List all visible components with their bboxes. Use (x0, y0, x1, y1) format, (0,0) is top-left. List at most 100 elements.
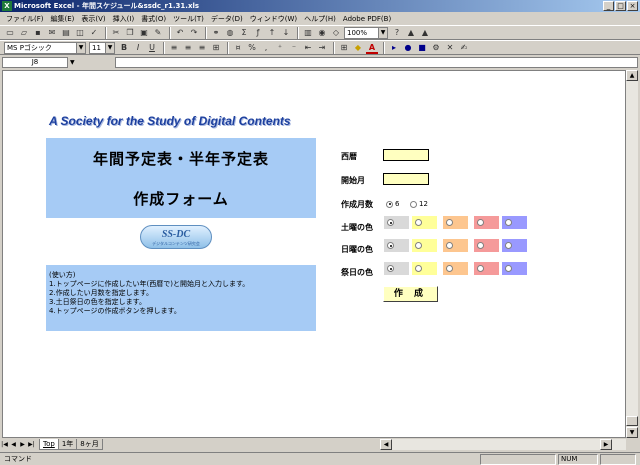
increase-indent-icon[interactable]: ⇥ (316, 42, 328, 54)
increase-decimal-icon[interactable]: ⁺ (274, 42, 286, 54)
menu-tools[interactable]: ツール(T) (173, 14, 204, 24)
menu-window[interactable]: ウィンドウ(W) (250, 14, 297, 24)
first-sheet-icon[interactable]: |◀ (0, 440, 9, 450)
start-month-input[interactable] (383, 173, 429, 185)
paste-icon[interactable]: ▣ (138, 27, 150, 39)
holiday-color-option[interactable] (412, 262, 437, 275)
next-sheet-icon[interactable]: ▶ (18, 440, 27, 450)
stop-macro-icon[interactable]: ■ (416, 42, 428, 54)
holiday-color-option[interactable] (502, 262, 527, 275)
scroll-down-icon[interactable]: ▼ (626, 427, 638, 438)
align-center-icon[interactable]: ≡ (182, 42, 194, 54)
drawing-icon[interactable]: ◇ (330, 27, 342, 39)
pdf-mail-icon[interactable]: ▲ (419, 27, 431, 39)
fill-color-icon[interactable]: ◆ (352, 42, 364, 54)
tab-8-months[interactable]: 8ヶ月 (76, 439, 103, 450)
chevron-down-icon[interactable]: ▼ (76, 42, 85, 53)
radio-selected-icon[interactable] (387, 265, 394, 272)
sunday-color-option[interactable] (474, 239, 499, 252)
help-icon[interactable]: ? (391, 27, 403, 39)
menu-adobe-pdf[interactable]: Adobe PDF(B) (343, 15, 391, 23)
sunday-color-option[interactable] (502, 239, 527, 252)
format-painter-icon[interactable]: ✎ (152, 27, 164, 39)
saturday-color-option[interactable] (384, 216, 409, 229)
font-size-select[interactable]: 11 ▼ (89, 41, 115, 54)
formula-input[interactable] (114, 57, 638, 68)
radio-selected-icon[interactable] (387, 242, 394, 249)
cut-icon[interactable]: ✂ (110, 27, 122, 39)
close-button[interactable]: × (627, 1, 638, 11)
minimize-button[interactable]: _ (603, 1, 614, 11)
email-icon[interactable]: ✉ (46, 27, 58, 39)
radio-unselected-icon[interactable] (410, 200, 417, 208)
underline-button[interactable]: U (146, 42, 158, 54)
align-right-icon[interactable]: ≡ (196, 42, 208, 54)
radio-unselected-icon[interactable] (505, 219, 512, 226)
create-button[interactable]: 作 成 (383, 286, 438, 302)
percent-icon[interactable]: % (246, 42, 258, 54)
map-icon[interactable]: ◉ (316, 27, 328, 39)
month-option-12[interactable]: 12 (410, 200, 428, 208)
sunday-color-option[interactable] (384, 239, 409, 252)
sunday-color-option[interactable] (412, 239, 437, 252)
radio-unselected-icon[interactable] (446, 242, 453, 249)
print-preview-icon[interactable]: ◫ (74, 27, 86, 39)
merge-center-icon[interactable]: ⊞ (210, 42, 222, 54)
horizontal-scrollbar[interactable]: ◀ ▶ (380, 439, 626, 450)
radio-unselected-icon[interactable] (477, 242, 484, 249)
holiday-color-option[interactable] (384, 262, 409, 275)
radio-unselected-icon[interactable] (446, 265, 453, 272)
currency-icon[interactable]: ¤ (232, 42, 244, 54)
comma-icon[interactable]: , (260, 42, 272, 54)
chevron-down-icon[interactable]: ▼ (378, 27, 387, 38)
decrease-indent-icon[interactable]: ⇤ (302, 42, 314, 54)
name-box[interactable]: J8 (2, 57, 68, 68)
tab-1-year[interactable]: 1年 (57, 439, 78, 450)
function-icon[interactable]: ƒ (252, 27, 264, 39)
radio-selected-icon[interactable] (386, 200, 393, 208)
bold-button[interactable]: B (118, 42, 130, 54)
saturday-color-option[interactable] (412, 216, 437, 229)
month-option-6[interactable]: 6 (386, 200, 399, 208)
radio-unselected-icon[interactable] (415, 242, 422, 249)
scroll-thumb[interactable] (626, 416, 638, 426)
copy-icon[interactable]: ❐ (124, 27, 136, 39)
scroll-right-icon[interactable]: ▶ (600, 439, 612, 450)
menu-file[interactable]: ファイル(F) (6, 14, 44, 24)
menu-help[interactable]: ヘルプ(H) (304, 14, 336, 24)
chevron-down-icon[interactable]: ▼ (105, 42, 114, 53)
security-icon[interactable]: ⚙ (430, 42, 442, 54)
spelling-icon[interactable]: ✓ (88, 27, 100, 39)
radio-unselected-icon[interactable] (477, 219, 484, 226)
excel-app-icon[interactable]: X (2, 1, 12, 11)
menu-edit[interactable]: 編集(E) (51, 14, 75, 24)
radio-unselected-icon[interactable] (446, 219, 453, 226)
prev-sheet-icon[interactable]: ◀ (9, 440, 18, 450)
align-left-icon[interactable]: ≡ (168, 42, 180, 54)
saturday-color-option[interactable] (474, 216, 499, 229)
hyperlink-icon[interactable]: ⚭ (210, 27, 222, 39)
chart-wizard-icon[interactable]: ▥ (302, 27, 314, 39)
menu-insert[interactable]: 挿入(I) (113, 14, 135, 24)
open-icon[interactable]: ▱ (18, 27, 30, 39)
save-icon[interactable]: ▪ (32, 27, 44, 39)
holiday-color-option[interactable] (474, 262, 499, 275)
sort-descending-icon[interactable]: ↓ (280, 27, 292, 39)
radio-unselected-icon[interactable] (415, 219, 422, 226)
last-sheet-icon[interactable]: ▶| (27, 440, 36, 450)
pdf-icon[interactable]: ▲ (405, 27, 417, 39)
radio-unselected-icon[interactable] (505, 265, 512, 272)
tools-icon[interactable]: ✕ (444, 42, 456, 54)
run-macro-icon[interactable]: ▸ (388, 42, 400, 54)
scroll-left-icon[interactable]: ◀ (380, 439, 392, 450)
menu-view[interactable]: 表示(V) (81, 14, 105, 24)
font-color-icon[interactable]: A (366, 42, 378, 54)
radio-selected-icon[interactable] (387, 219, 394, 226)
zoom-select[interactable]: 100% ▼ (344, 26, 388, 39)
sort-ascending-icon[interactable]: ↑ (266, 27, 278, 39)
borders-icon[interactable]: ⊞ (338, 42, 350, 54)
autosum-icon[interactable]: Σ (238, 27, 250, 39)
year-input[interactable] (383, 149, 429, 161)
saturday-color-option[interactable] (502, 216, 527, 229)
radio-unselected-icon[interactable] (505, 242, 512, 249)
